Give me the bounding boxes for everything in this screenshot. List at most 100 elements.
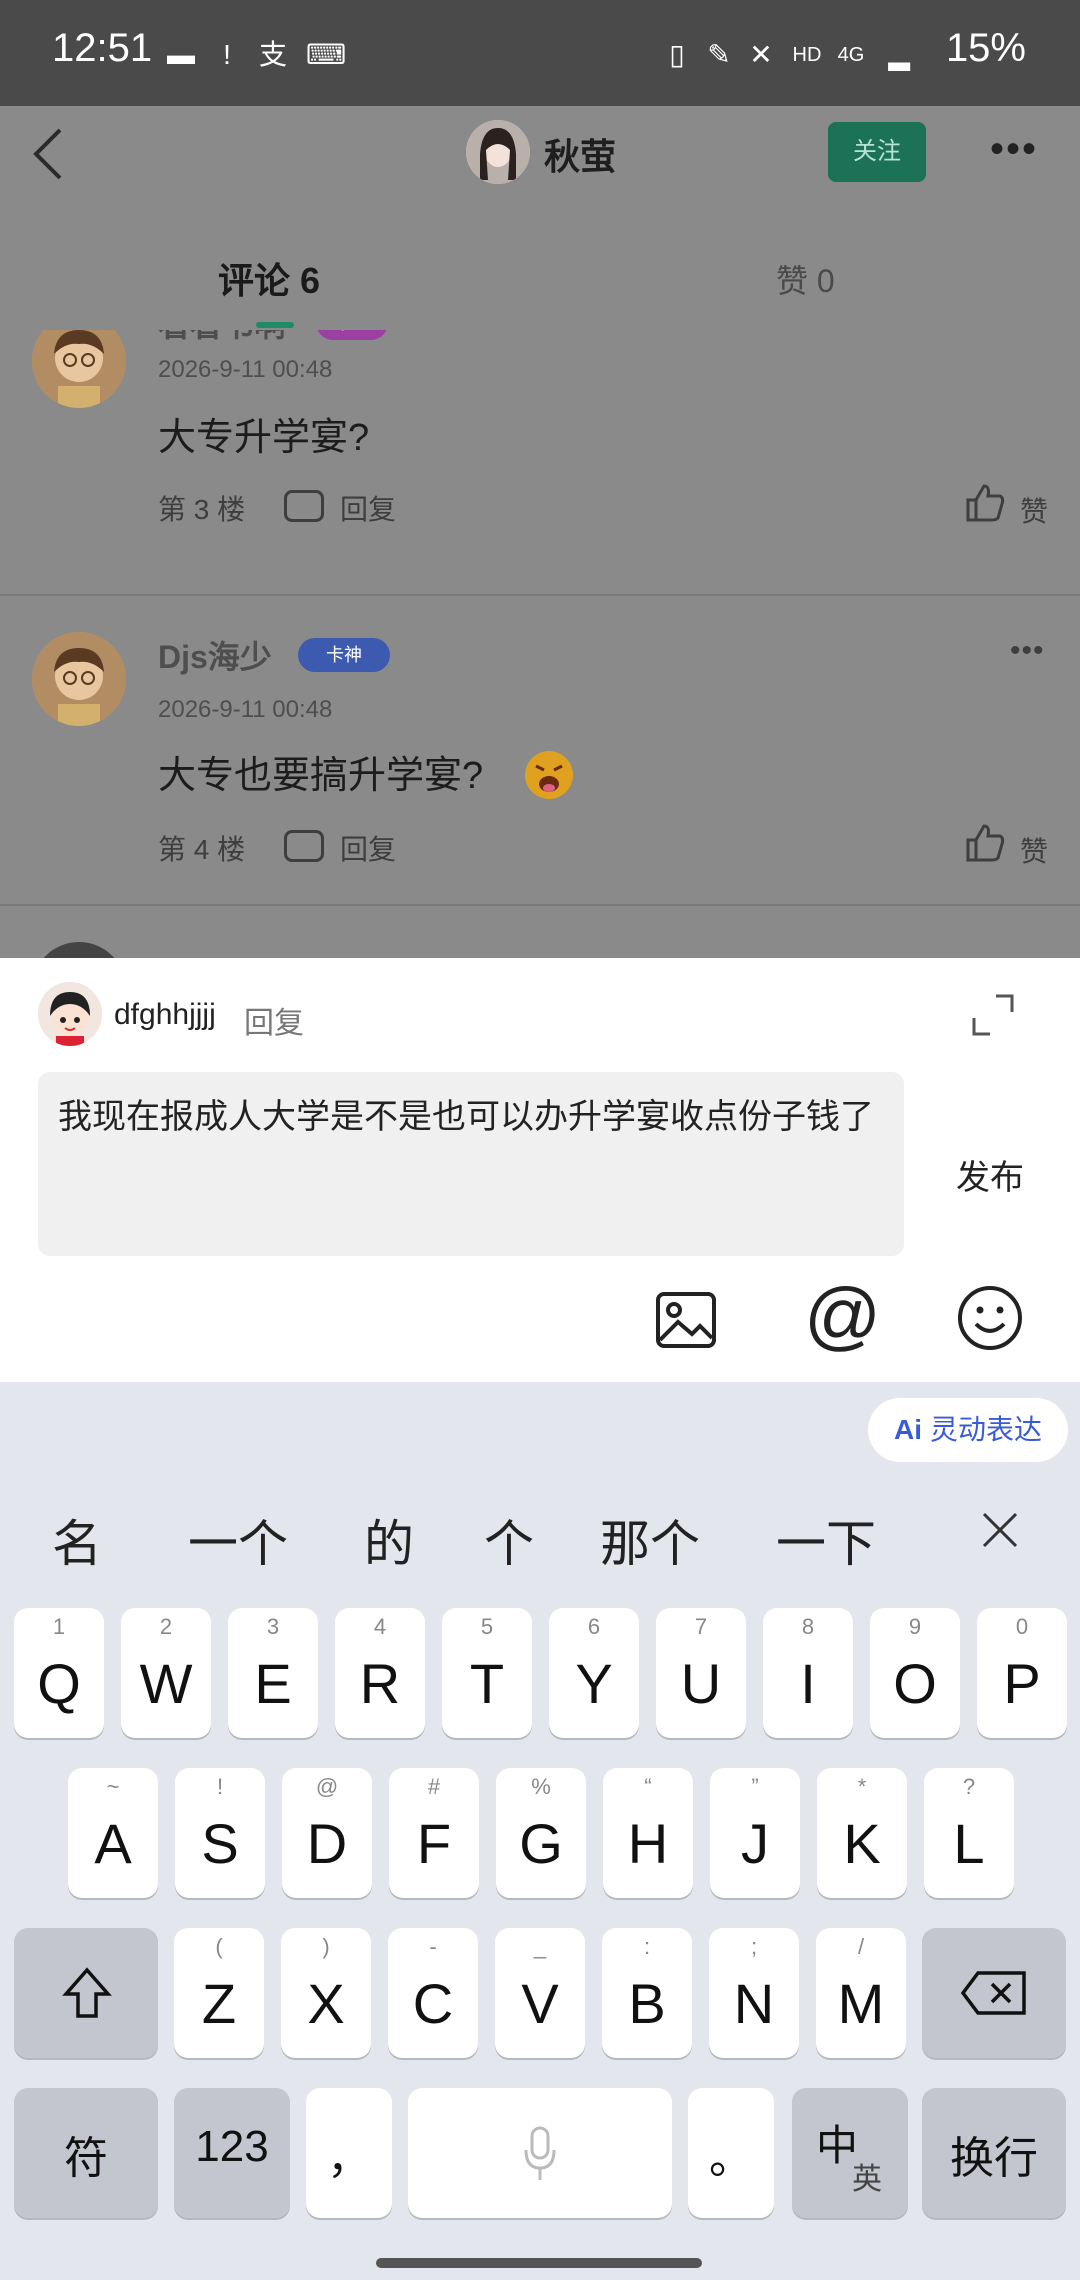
- reply-label: 回复: [244, 1007, 304, 1040]
- candidate-word[interactable]: 个: [484, 1504, 534, 1576]
- level-badge: 卡皇: [316, 330, 388, 340]
- symbols-key[interactable]: 符: [14, 2088, 158, 2218]
- key-y[interactable]: 6Y: [549, 1608, 639, 1738]
- key-secondary-label: _: [533, 1934, 547, 1959]
- key-c[interactable]: -C: [388, 1928, 478, 2058]
- key-v[interactable]: _ V: [495, 1928, 585, 2058]
- level-badge: 卡神: [298, 638, 390, 672]
- key-label: I: [800, 1652, 816, 1715]
- message-icon: ▬: [167, 39, 195, 70]
- key-t[interactable]: 5T: [442, 1608, 532, 1738]
- key-z[interactable]: (Z: [174, 1928, 264, 2058]
- key-u[interactable]: 7U: [656, 1608, 746, 1738]
- divider: [0, 594, 1080, 596]
- key-l[interactable]: ? L: [924, 1768, 1014, 1898]
- comma-key[interactable]: ，: [306, 2088, 392, 2218]
- key-s[interactable]: ! S: [175, 1768, 265, 1898]
- key-secondary-label: 3: [266, 1614, 280, 1639]
- key-b[interactable]: :B: [602, 1928, 692, 2058]
- key-secondary-label: ”: [751, 1774, 759, 1799]
- key-m[interactable]: / M: [816, 1928, 906, 2058]
- key-e[interactable]: 3E: [228, 1608, 318, 1738]
- hd-icon: HD: [792, 44, 822, 66]
- reply-icon[interactable]: [284, 490, 324, 522]
- key-q[interactable]: 1Q: [14, 1608, 104, 1738]
- numbers-key[interactable]: 123: [174, 2088, 290, 2218]
- key-label: U: [680, 1652, 722, 1715]
- key-label: W: [139, 1652, 193, 1715]
- key-w[interactable]: 2W: [121, 1608, 211, 1738]
- candidate-word[interactable]: 一个: [188, 1504, 288, 1576]
- home-indicator[interactable]: [376, 2258, 702, 2268]
- like-button[interactable]: 赞: [1020, 490, 1048, 530]
- candidate-word[interactable]: 那个: [600, 1504, 700, 1576]
- thumb-up-icon[interactable]: [964, 480, 1008, 524]
- reply-button[interactable]: 回复: [340, 488, 396, 528]
- candidate-word[interactable]: 名: [52, 1504, 102, 1576]
- mute-icon: ✕: [749, 39, 773, 70]
- reply-button[interactable]: 回复: [340, 828, 396, 868]
- close-candidates-icon[interactable]: [976, 1506, 1024, 1554]
- commenter-name[interactable]: Djs海少: [158, 632, 272, 678]
- key-secondary-label: ;: [750, 1934, 758, 1959]
- pen-icon: ✎: [707, 39, 731, 70]
- publish-button[interactable]: 发布: [956, 1150, 1024, 1199]
- period-key[interactable]: 。: [688, 2088, 774, 2218]
- key-label: R: [359, 1652, 401, 1715]
- image-icon[interactable]: [654, 1288, 718, 1352]
- symbols-key-label: 符: [64, 2134, 108, 2183]
- comment-more-icon[interactable]: •••: [1010, 634, 1045, 668]
- lte-icon: 4G: [837, 44, 865, 66]
- enter-key[interactable]: 换行: [922, 2088, 1066, 2218]
- key-secondary-label: 9: [908, 1614, 922, 1639]
- key-a[interactable]: ~ A: [68, 1768, 158, 1898]
- reply-input[interactable]: 我现在报成人大学是不是也可以办升学宴收点份子钱了: [38, 1072, 904, 1256]
- key-i[interactable]: 8I: [763, 1608, 853, 1738]
- key-k[interactable]: * K: [817, 1768, 907, 1898]
- microphone-icon[interactable]: [522, 2126, 558, 2182]
- commenter-avatar[interactable]: [32, 942, 126, 958]
- space-key[interactable]: [408, 2088, 672, 2218]
- comment-more-icon[interactable]: •••: [1010, 330, 1045, 336]
- key-r[interactable]: 4R: [335, 1608, 425, 1738]
- emoji-picker-icon[interactable]: [956, 1284, 1024, 1352]
- keyboard-icon: ⌨: [306, 39, 347, 70]
- reply-icon[interactable]: [284, 830, 324, 862]
- language-sub-label: 英: [852, 2163, 882, 2196]
- key-h[interactable]: “H: [603, 1768, 693, 1898]
- battery-level: 15%: [945, 26, 1026, 70]
- author-avatar[interactable]: [466, 120, 530, 184]
- key-p[interactable]: 0P: [977, 1608, 1067, 1738]
- mention-icon[interactable]: @: [804, 1276, 881, 1356]
- battery-saver-icon: ▯: [669, 39, 685, 70]
- key-secondary-label: @: [315, 1774, 339, 1799]
- like-button[interactable]: 赞: [1020, 830, 1048, 870]
- commenter-name[interactable]: 看看书啊: [158, 330, 286, 346]
- candidate-word[interactable]: 一下: [776, 1504, 876, 1576]
- ai-expression-chip[interactable]: Ai 灵动表达: [868, 1398, 1068, 1462]
- comment-list[interactable]: 看看书啊 卡皇 ••• 2026-9-11 00:48 大专升学宴? 第 3 楼…: [0, 330, 1080, 958]
- commenter-avatar[interactable]: [32, 330, 126, 408]
- key-label: N: [733, 1972, 775, 2035]
- key-x[interactable]: ) X: [281, 1928, 371, 2058]
- tab-comments[interactable]: 评论 6: [218, 252, 320, 304]
- key-f[interactable]: # F: [389, 1768, 479, 1898]
- commenter-avatar[interactable]: [32, 632, 126, 726]
- candidate-word[interactable]: 的: [364, 1504, 414, 1576]
- key-j[interactable]: ” J: [710, 1768, 800, 1898]
- thumb-up-icon[interactable]: [964, 820, 1008, 864]
- key-n[interactable]: ; N: [709, 1928, 799, 2058]
- backspace-key[interactable]: [922, 1928, 1066, 2058]
- more-icon[interactable]: •••: [990, 129, 1040, 169]
- back-icon[interactable]: [22, 124, 82, 184]
- key-secondary-label: “: [644, 1774, 652, 1799]
- expand-icon[interactable]: [968, 990, 1018, 1040]
- shift-key[interactable]: [14, 1928, 158, 2058]
- key-d[interactable]: @ D: [282, 1768, 372, 1898]
- tab-likes[interactable]: 赞 0: [776, 256, 835, 302]
- language-switch-key[interactable]: 中 英: [792, 2088, 908, 2218]
- key-o[interactable]: 9O: [870, 1608, 960, 1738]
- follow-button[interactable]: 关注: [828, 122, 926, 182]
- reply-user-name: dfghhjjjj: [114, 998, 216, 1031]
- key-g[interactable]: % G: [496, 1768, 586, 1898]
